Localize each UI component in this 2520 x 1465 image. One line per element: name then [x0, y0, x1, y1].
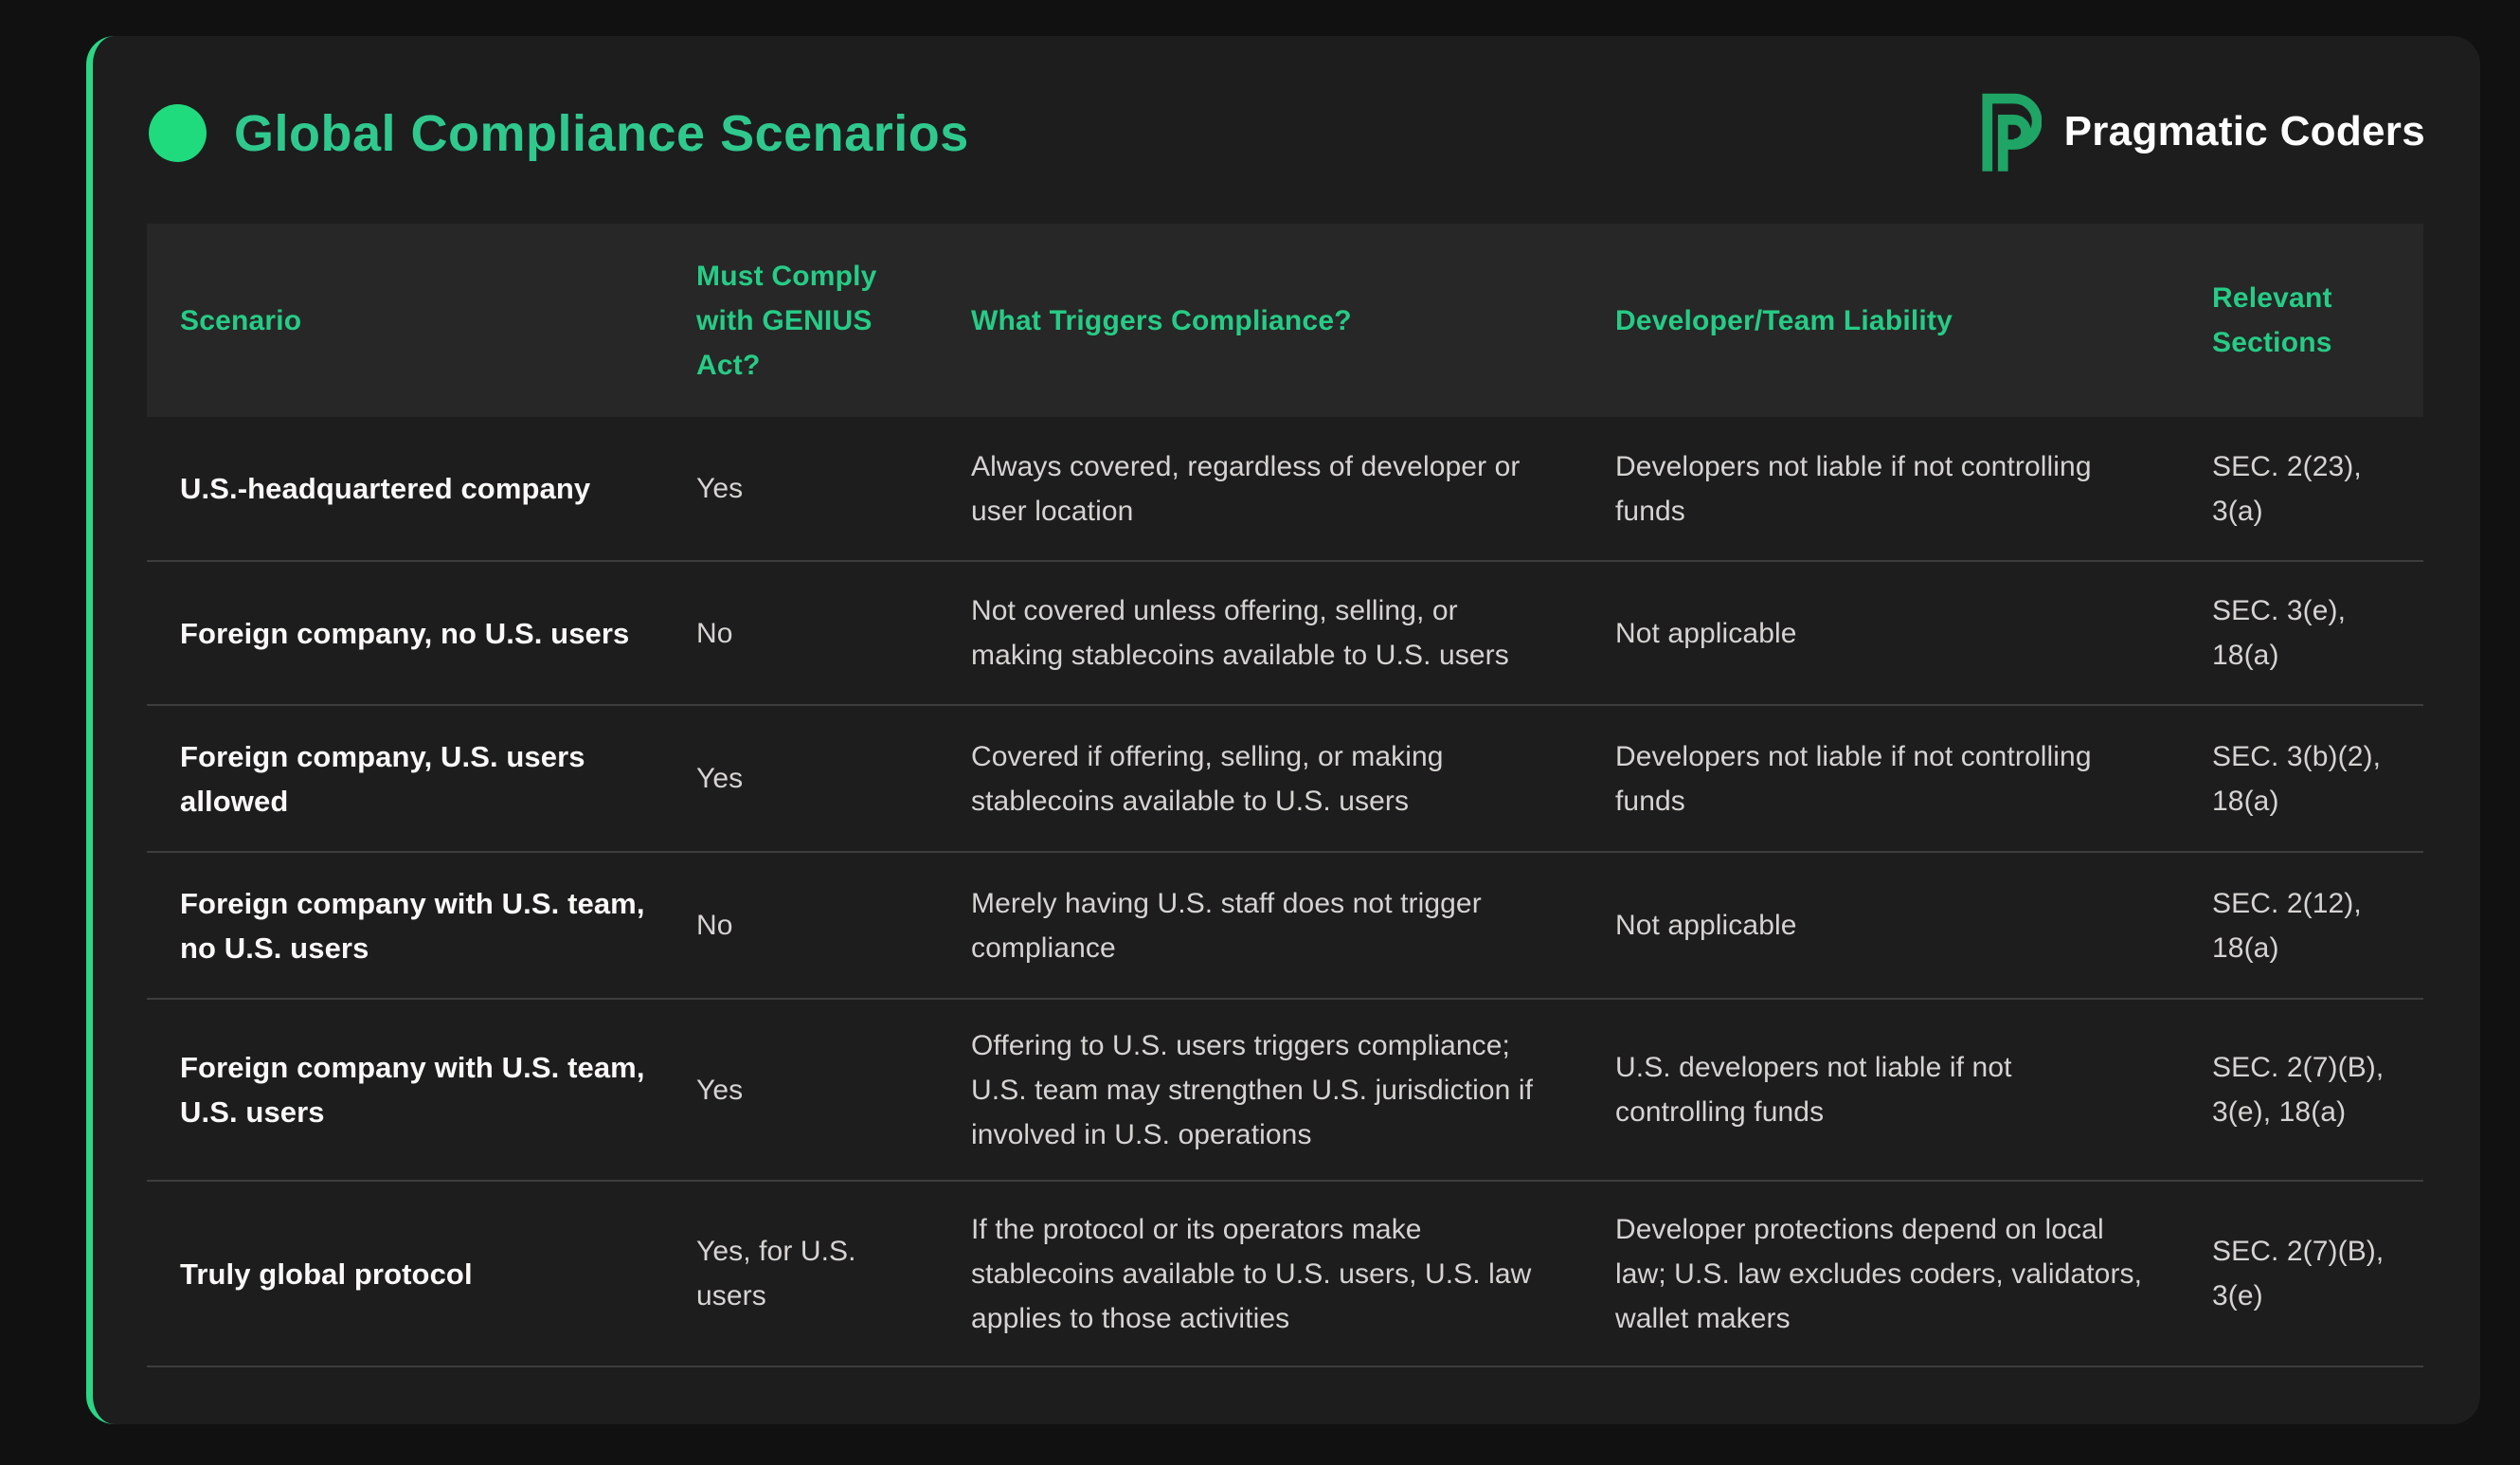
cell-scenario: U.S.-headquartered company	[147, 417, 663, 560]
cell-comply: Yes	[663, 417, 938, 560]
table-row: Truly global protocol Yes, for U.S. user…	[147, 1182, 2423, 1367]
table-row: Foreign company with U.S. team, no U.S. …	[147, 853, 2423, 1000]
cell-liability: Developer protections depend on local la…	[1582, 1182, 2179, 1366]
table-row: Foreign company with U.S. team, U.S. use…	[147, 1000, 2423, 1182]
page-title: Global Compliance Scenarios	[234, 100, 969, 167]
table-row: Foreign company, no U.S. users No Not co…	[147, 562, 2423, 706]
compliance-table: Scenario Must Comply with GENIUS Act? Wh…	[147, 224, 2423, 1367]
cell-liability: Developers not liable if not controlling…	[1582, 417, 2179, 560]
column-header-triggers: What Triggers Compliance?	[938, 224, 1582, 417]
cell-scenario: Foreign company, no U.S. users	[147, 562, 663, 704]
infographic-stage: Global Compliance Scenarios Pragmatic Co…	[0, 0, 2520, 1465]
column-header-comply: Must Comply with GENIUS Act?	[663, 224, 938, 417]
cell-comply: Yes, for U.S. users	[663, 1182, 938, 1366]
cell-comply: No	[663, 562, 938, 704]
cell-sections: SEC. 3(e), 18(a)	[2179, 562, 2423, 704]
column-header-scenario: Scenario	[147, 224, 663, 417]
pragmatic-coders-logo-icon	[1981, 92, 2042, 172]
cell-sections: SEC. 2(7)(B), 3(e), 18(a)	[2179, 1000, 2423, 1180]
column-header-liability: Developer/Team Liability	[1582, 224, 2179, 417]
table-row: U.S.-headquartered company Yes Always co…	[147, 417, 2423, 562]
cell-comply: No	[663, 853, 938, 998]
cell-liability: Not applicable	[1582, 562, 2179, 704]
cell-sections: SEC. 2(23), 3(a)	[2179, 417, 2423, 560]
cell-liability: Developers not liable if not controlling…	[1582, 706, 2179, 851]
cell-triggers: Not covered unless offering, selling, or…	[938, 562, 1582, 704]
brand-lockup: Pragmatic Coders	[1981, 91, 2425, 172]
cell-scenario: Foreign company, U.S. users allowed	[147, 706, 663, 851]
cell-scenario: Foreign company with U.S. team, U.S. use…	[147, 1000, 663, 1180]
brand-name: Pragmatic Coders	[2064, 108, 2425, 155]
cell-sections: SEC. 3(b)(2), 18(a)	[2179, 706, 2423, 851]
cell-triggers: Merely having U.S. staff does not trigge…	[938, 853, 1582, 998]
cell-triggers: Always covered, regardless of developer …	[938, 417, 1582, 560]
cell-triggers: Offering to U.S. users triggers complian…	[938, 1000, 1582, 1180]
title-bullet-icon	[149, 104, 207, 162]
cell-triggers: Covered if offering, selling, or making …	[938, 706, 1582, 851]
cell-liability: U.S. developers not liable if not contro…	[1582, 1000, 2179, 1180]
table-header-row: Scenario Must Comply with GENIUS Act? Wh…	[147, 224, 2423, 417]
cell-liability: Not applicable	[1582, 853, 2179, 998]
cell-comply: Yes	[663, 1000, 938, 1180]
table-row: Foreign company, U.S. users allowed Yes …	[147, 706, 2423, 853]
column-header-sections: Relevant Sections	[2179, 224, 2423, 417]
cell-sections: SEC. 2(7)(B), 3(e)	[2179, 1182, 2423, 1366]
cell-scenario: Truly global protocol	[147, 1182, 663, 1366]
cell-sections: SEC. 2(12), 18(a)	[2179, 853, 2423, 998]
cell-scenario: Foreign company with U.S. team, no U.S. …	[147, 853, 663, 998]
cell-comply: Yes	[663, 706, 938, 851]
cell-triggers: If the protocol or its operators make st…	[938, 1182, 1582, 1366]
